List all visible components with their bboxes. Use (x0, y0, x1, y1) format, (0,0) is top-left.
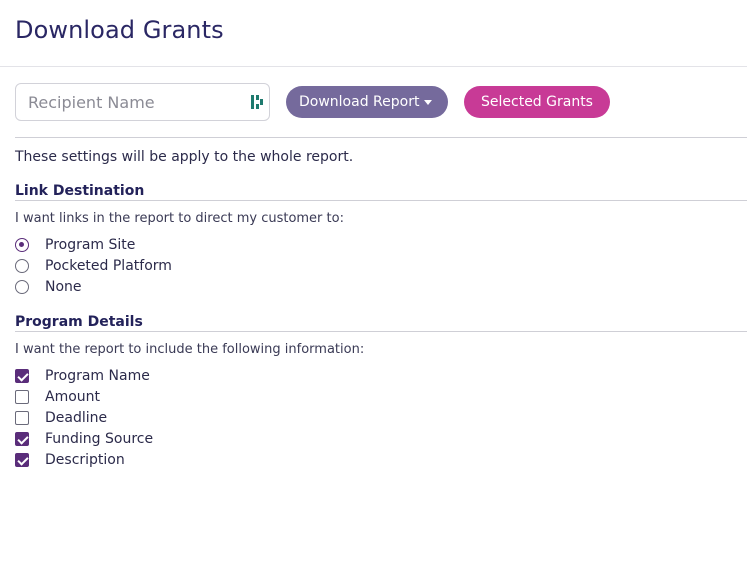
caret-down-icon (424, 99, 433, 105)
radio-button[interactable] (15, 259, 29, 273)
link-destination-description: I want links in the report to direct my … (15, 211, 344, 226)
checkbox-option-program-name[interactable]: Program Name (15, 367, 150, 385)
radio-button[interactable] (15, 238, 29, 252)
radio-option-none[interactable]: None (15, 278, 82, 296)
checkbox-label: Funding Source (45, 431, 154, 447)
selected-grants-button[interactable]: Selected Grants (464, 86, 610, 118)
checkbox-label: Amount (45, 389, 101, 405)
checkbox[interactable] (15, 411, 29, 425)
checkbox-option-amount[interactable]: Amount (15, 388, 100, 406)
download-report-button[interactable]: Download Report (286, 86, 448, 118)
checkbox[interactable] (15, 453, 29, 467)
download-report-label: Download Report (299, 94, 420, 110)
recipient-name-input[interactable] (16, 84, 246, 120)
radio-label: None (45, 279, 82, 295)
checkbox[interactable] (15, 432, 29, 446)
program-details-description: I want the report to include the followi… (15, 342, 365, 357)
checkbox[interactable] (15, 369, 29, 383)
radio-label: Program Site (45, 237, 136, 253)
header-divider (0, 66, 747, 67)
recipient-search-field[interactable] (15, 83, 270, 121)
radio-option-program-site[interactable]: Program Site (15, 236, 135, 254)
radio-option-pocketed-platform[interactable]: Pocketed Platform (15, 257, 172, 275)
checkbox-option-deadline[interactable]: Deadline (15, 409, 107, 427)
password-manager-icon[interactable] (251, 94, 265, 110)
checkbox-label: Program Name (45, 368, 150, 384)
checkbox-label: Description (45, 452, 125, 468)
page-title: Download Grants (15, 16, 224, 44)
checkbox-option-funding-source[interactable]: Funding Source (15, 430, 153, 448)
radio-label: Pocketed Platform (45, 258, 172, 274)
checkbox-label: Deadline (45, 410, 108, 426)
checkbox[interactable] (15, 390, 29, 404)
radio-button[interactable] (15, 280, 29, 294)
link-destination-rule (15, 200, 747, 201)
settings-note: These settings will be apply to the whol… (15, 149, 354, 165)
program-details-rule (15, 331, 747, 332)
link-destination-heading: Link Destination (15, 183, 145, 199)
selected-grants-label: Selected Grants (481, 94, 593, 110)
program-details-heading: Program Details (15, 314, 143, 330)
checkbox-option-description[interactable]: Description (15, 451, 125, 469)
settings-divider (15, 137, 747, 138)
